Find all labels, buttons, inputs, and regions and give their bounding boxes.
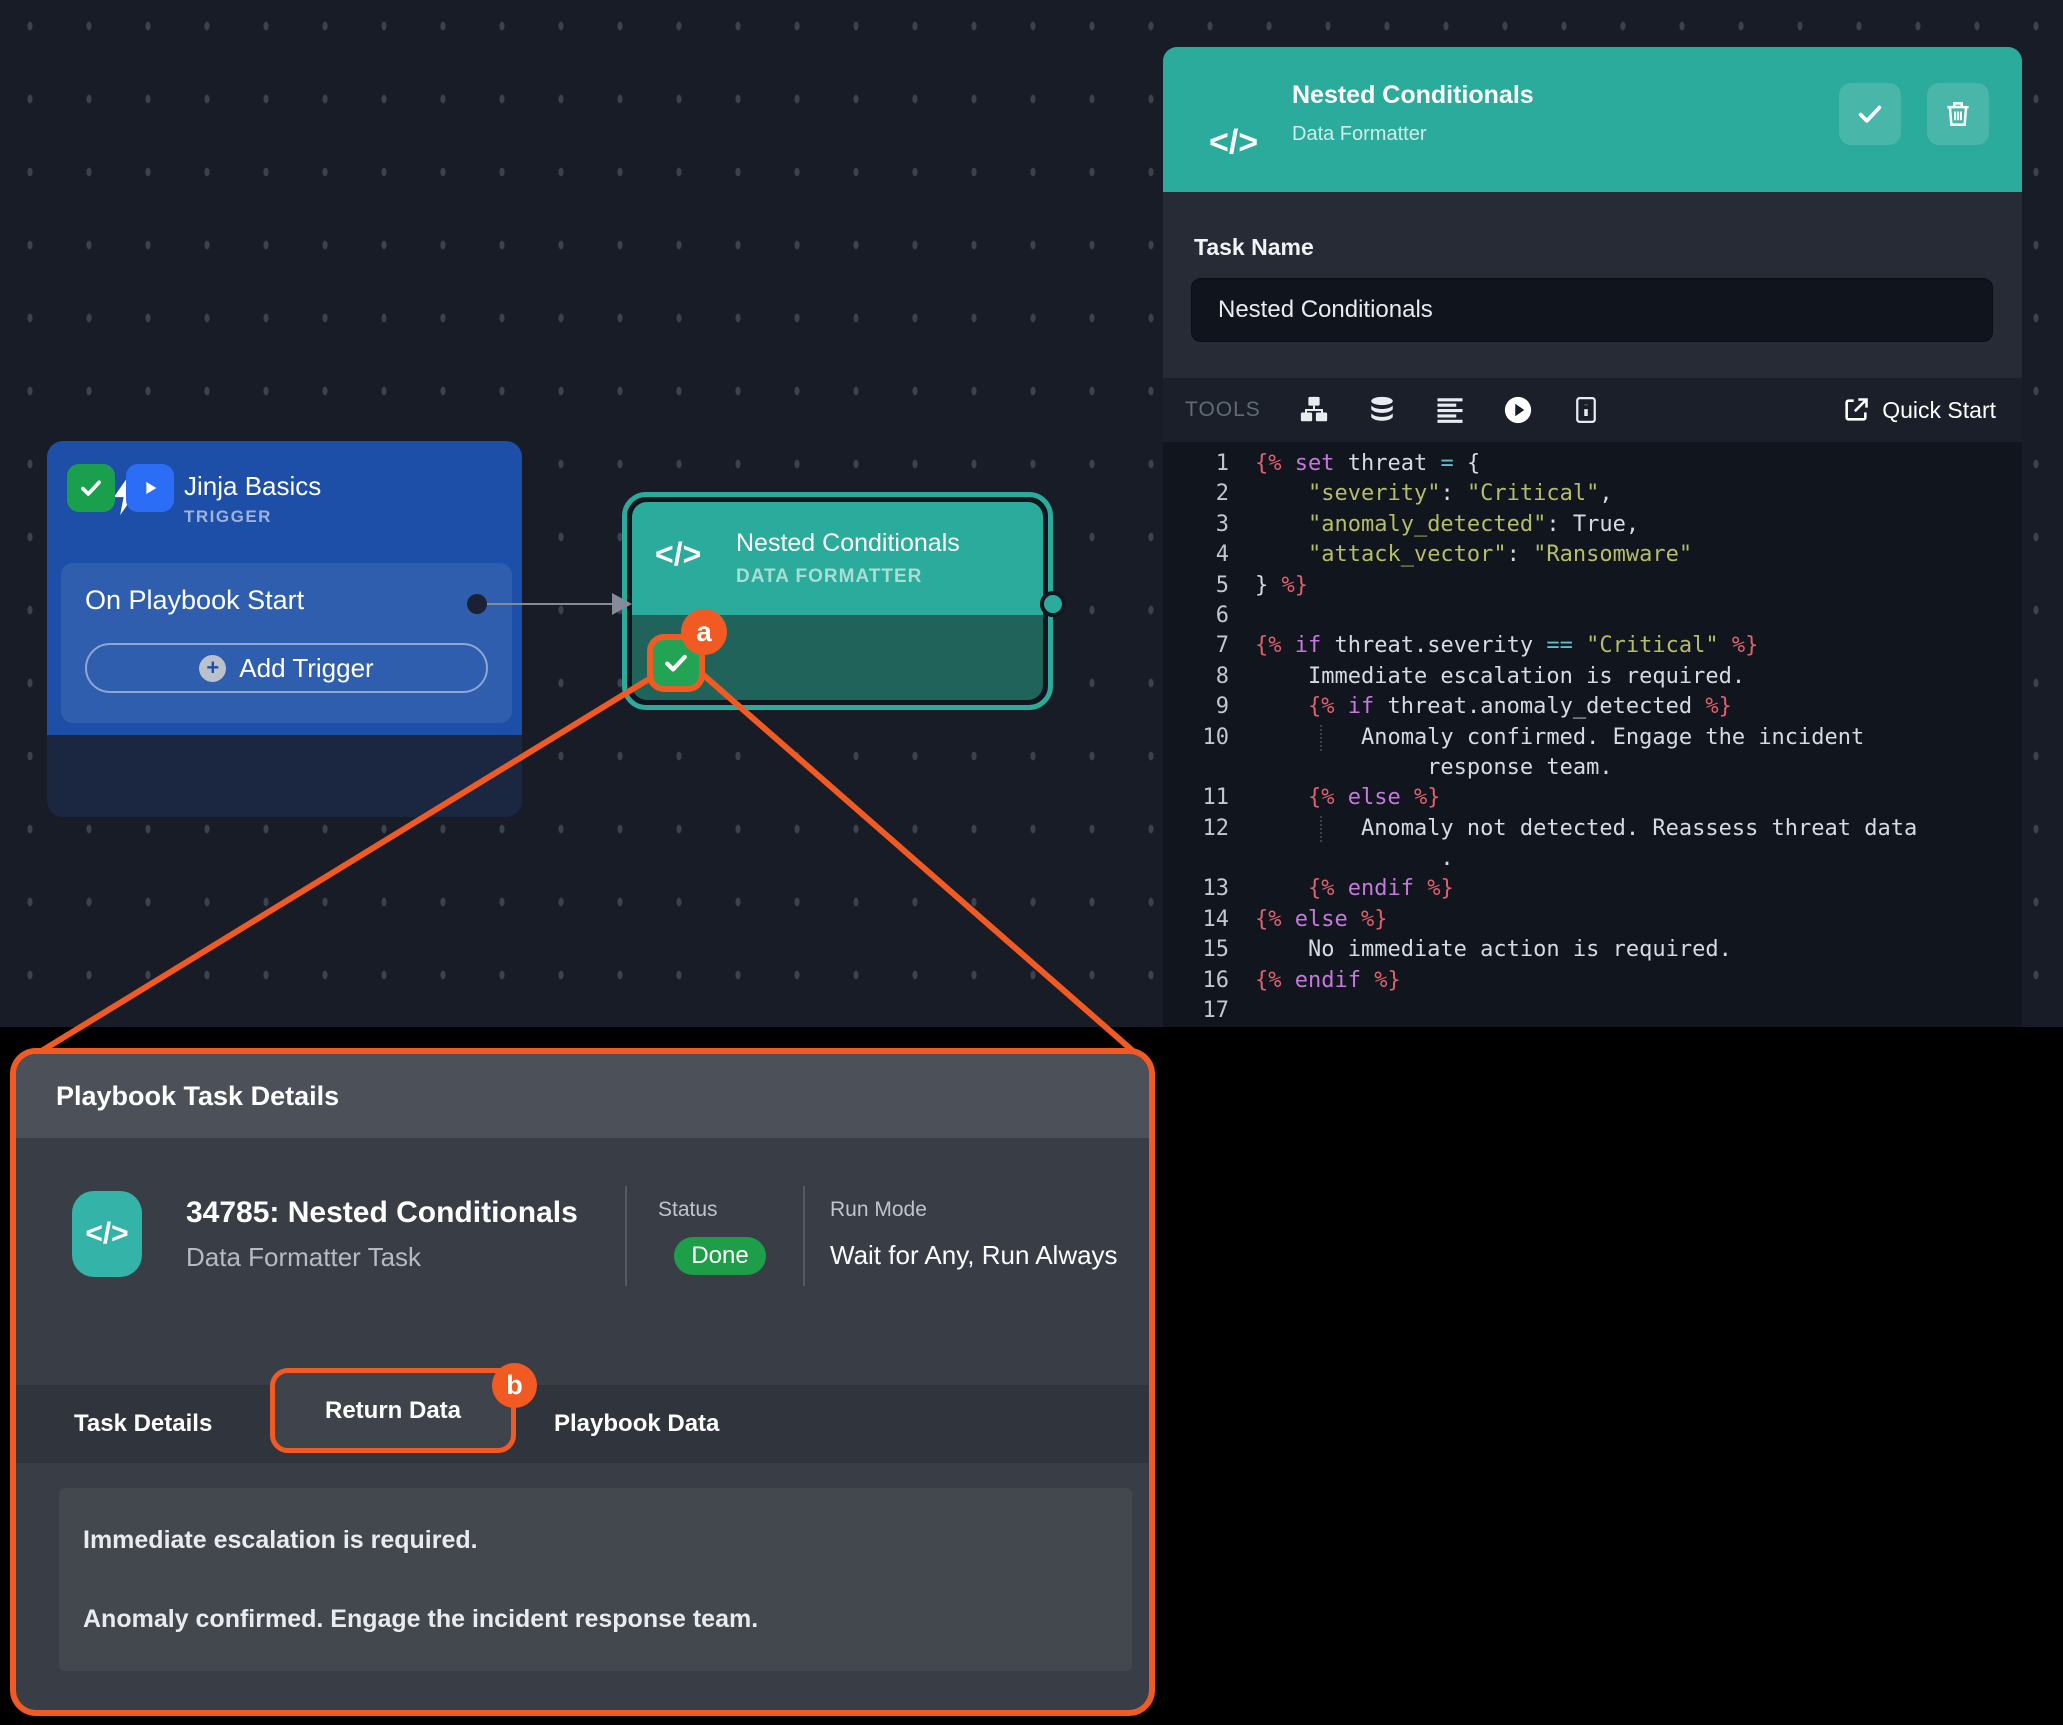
database-icon[interactable] xyxy=(1367,395,1397,425)
check-icon xyxy=(662,649,690,677)
code-editor[interactable]: 1{% set threat = {2 "severity": "Critica… xyxy=(1163,442,2022,1027)
code-line-wrap: . xyxy=(1163,844,2022,874)
node-play-button[interactable] xyxy=(126,464,174,512)
code-line-4: 4 "attack_vector": "Ransomware" xyxy=(1163,540,2022,570)
trigger-node-type: TRIGGER xyxy=(184,507,272,527)
task-subtitle: Data Formatter Task xyxy=(186,1242,421,1273)
code-line-2: 2 "severity": "Critical", xyxy=(1163,479,2022,509)
tab-return-data[interactable]: Return Data b xyxy=(270,1368,516,1453)
output-line: Anomaly confirmed. Engage the incident r… xyxy=(83,1605,1108,1634)
code-line-5: 5} %} xyxy=(1163,571,2022,601)
annotation-badge-b: b xyxy=(492,1363,537,1408)
code-line-7: 7{% if threat.severity == "Critical" %} xyxy=(1163,631,2022,661)
file-info-icon[interactable] xyxy=(1571,395,1601,425)
quick-start-button[interactable]: Quick Start xyxy=(1842,378,1996,442)
save-task-button[interactable] xyxy=(1839,83,1901,145)
task-name-value: Nested Conditionals xyxy=(1218,296,1433,324)
task-title: 34785: Nested Conditionals xyxy=(186,1196,578,1230)
task-name-input[interactable]: Nested Conditionals xyxy=(1191,278,1993,342)
details-tabs: Task Details Return Data b Playbook Data xyxy=(16,1385,1149,1463)
node-run-success-button[interactable] xyxy=(67,464,115,512)
tab-return-data-label: Return Data xyxy=(325,1397,461,1425)
trigger-node[interactable]: Jinja Basics TRIGGER On Playbook Start +… xyxy=(47,441,522,817)
code-line-1: 1{% set threat = { xyxy=(1163,449,2022,479)
task-name-label: Task Name xyxy=(1194,234,1314,261)
delete-task-button[interactable] xyxy=(1927,83,1989,145)
quick-start-label: Quick Start xyxy=(1882,397,1996,424)
check-icon xyxy=(78,475,104,501)
check-icon xyxy=(1855,99,1885,129)
return-data-output: Immediate escalation is required. Anomal… xyxy=(59,1488,1132,1671)
plus-icon: + xyxy=(199,655,226,682)
config-title: Nested Conditionals xyxy=(1292,81,1534,110)
code-line-13: 13 {% endif %} xyxy=(1163,874,2022,904)
details-title: Playbook Task Details xyxy=(56,1081,339,1112)
task-name-section: Task Name Nested Conditionals xyxy=(1163,192,2022,378)
play-icon xyxy=(139,477,161,499)
code-icon: </> xyxy=(1209,124,1258,163)
code-line-14: 14{% else %} xyxy=(1163,905,2022,935)
trigger-item[interactable]: On Playbook Start xyxy=(85,585,304,616)
sitemap-icon[interactable] xyxy=(1299,395,1329,425)
text-lines-icon[interactable] xyxy=(1435,395,1465,425)
trigger-node-footer xyxy=(47,735,522,817)
config-header: </> Nested Conditionals Data Formatter xyxy=(1163,47,2022,192)
app-root: Jinja Basics TRIGGER On Playbook Start +… xyxy=(0,0,2063,1725)
run-mode-label: Run Mode xyxy=(830,1198,927,1222)
formatter-node-type: DATA FORMATTER xyxy=(736,566,922,588)
add-trigger-label: Add Trigger xyxy=(239,653,373,684)
output-line: Immediate escalation is required. xyxy=(83,1526,1108,1555)
external-link-icon xyxy=(1842,396,1870,424)
code-line-6: 6 xyxy=(1163,601,2022,631)
code-line-wrap: response team. xyxy=(1163,753,2022,783)
code-line-16: 16{% endif %} xyxy=(1163,966,2022,996)
config-subtitle: Data Formatter xyxy=(1292,123,1426,146)
output-port[interactable] xyxy=(1040,591,1066,617)
divider xyxy=(625,1186,627,1286)
add-trigger-button[interactable]: + Add Trigger xyxy=(85,643,488,693)
status-label: Status xyxy=(658,1198,718,1222)
tab-playbook-data[interactable]: Playbook Data xyxy=(554,1385,719,1463)
code-line-12: 12 Anomaly not detected. Reassess threat… xyxy=(1163,814,2022,844)
playbook-task-details-panel: Playbook Task Details </> 34785: Nested … xyxy=(10,1048,1155,1716)
divider xyxy=(803,1186,805,1286)
trigger-node-title: Jinja Basics xyxy=(184,471,321,502)
code-line-17: 17 xyxy=(1163,996,2022,1026)
code-line-10: 10 Anomaly confirmed. Engage the inciden… xyxy=(1163,723,2022,753)
code-line-8: 8 Immediate escalation is required. xyxy=(1163,662,2022,692)
code-line-9: 9 {% if threat.anomaly_detected %} xyxy=(1163,692,2022,722)
play-circle-icon[interactable] xyxy=(1503,395,1533,425)
formatter-node-title: Nested Conditionals xyxy=(736,529,960,558)
code-line-15: 15 No immediate action is required. xyxy=(1163,935,2022,965)
code-line-3: 3 "anomaly_detected": True, xyxy=(1163,510,2022,540)
code-icon: </> xyxy=(72,1191,142,1277)
code-icon: </> xyxy=(655,536,701,573)
tools-toolbar: TOOLS xyxy=(1163,378,2022,442)
annotation-badge-a: a xyxy=(681,609,727,655)
code-line-11: 11 {% else %} xyxy=(1163,783,2022,813)
trash-icon xyxy=(1943,99,1973,129)
trigger-list: On Playbook Start + Add Trigger xyxy=(61,563,512,723)
details-header: Playbook Task Details xyxy=(16,1054,1149,1138)
output-port[interactable] xyxy=(467,594,487,614)
tab-task-details[interactable]: Task Details xyxy=(74,1385,212,1463)
run-mode-value: Wait for Any, Run Always xyxy=(830,1240,1118,1271)
task-config-panel: </> Nested Conditionals Data Formatter T… xyxy=(1163,47,2022,1027)
status-badge: Done xyxy=(674,1237,766,1275)
tools-label: TOOLS xyxy=(1185,398,1261,422)
